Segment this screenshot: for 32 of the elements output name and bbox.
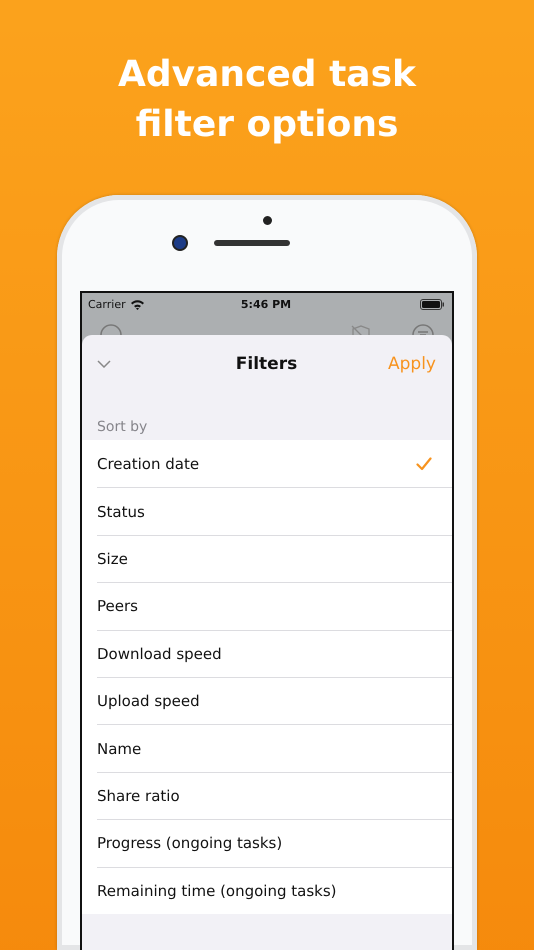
carrier-label: Carrier (88, 298, 126, 310)
sort-option[interactable]: Name (97, 724, 452, 772)
option-label: Upload speed (97, 692, 200, 710)
wifi-icon (130, 298, 145, 310)
option-label: Creation date (97, 454, 200, 473)
option-label: Progress (ongoing tasks) (97, 834, 282, 852)
sort-option[interactable]: Status (97, 487, 452, 535)
option-label: Remaining time (ongoing tasks) (97, 882, 337, 900)
camera-icon (174, 237, 186, 249)
chevron-down-icon[interactable] (97, 360, 111, 368)
option-label: Status (97, 502, 145, 521)
headline: Advanced task filter options (117, 53, 418, 147)
option-label: Share ratio (97, 786, 180, 805)
option-label: Size (97, 550, 128, 568)
sort-option[interactable]: Share ratio (97, 772, 452, 820)
battery-icon (420, 298, 444, 310)
status-time: 5:46 PM (240, 298, 292, 310)
sort-option[interactable]: Creation date (97, 440, 452, 488)
sort-option[interactable]: Download speed (97, 630, 452, 677)
option-label: Peers (97, 597, 138, 616)
sort-option[interactable]: Size (97, 534, 452, 582)
option-label: Name (97, 740, 142, 758)
checkmark-icon (416, 456, 432, 471)
sort-option[interactable]: Remaining time (ongoing tasks) (97, 866, 452, 914)
sheet-title: Filters (236, 354, 298, 374)
sort-option[interactable]: Peers (97, 582, 452, 630)
speaker-icon (214, 240, 290, 246)
sort-option[interactable]: Upload speed (97, 676, 452, 724)
sensor-icon (262, 216, 272, 225)
sort-option[interactable]: Progress (ongoing tasks) (97, 819, 452, 867)
section-header: Sort by (96, 418, 148, 437)
option-label: Download speed (97, 644, 222, 663)
